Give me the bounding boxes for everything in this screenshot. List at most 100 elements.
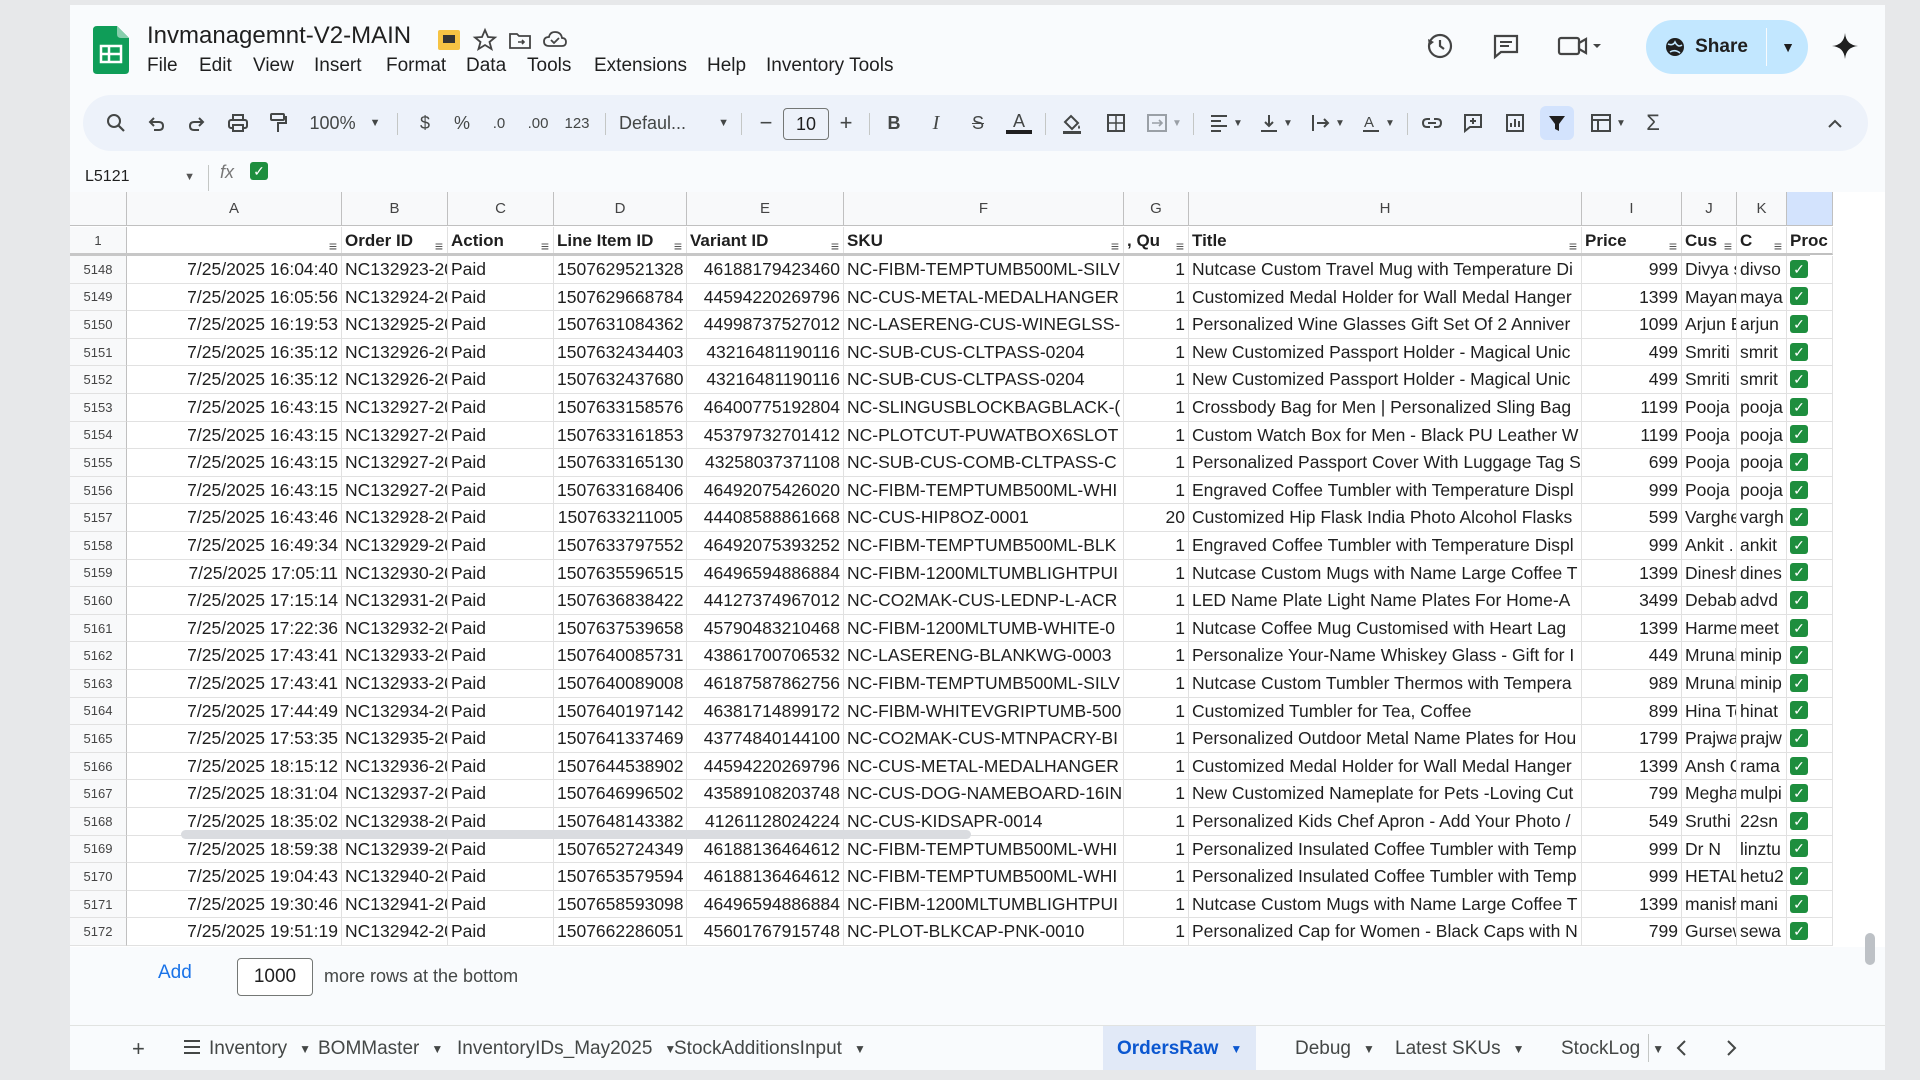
cell-date[interactable]: 7/25/2025 17:15:14 bbox=[127, 587, 342, 615]
cell-cus[interactable]: Mayank bbox=[1682, 283, 1737, 312]
row-header[interactable]: 5153 bbox=[70, 394, 127, 422]
cell-sku[interactable]: NC-SUB-CUS-CLTPASS-0204 bbox=[844, 338, 1124, 367]
row-header[interactable]: 5154 bbox=[70, 421, 127, 450]
cell-cus[interactable]: manish bbox=[1682, 890, 1737, 919]
cell-sku[interactable]: NC-FIBM-TEMPTUMB500ML-WHI bbox=[844, 835, 1124, 864]
menu-edit[interactable]: Edit bbox=[199, 55, 232, 77]
cell-title[interactable]: Personalized Outdoor Metal Name Plates f… bbox=[1189, 725, 1582, 753]
cell-c[interactable]: maya bbox=[1737, 283, 1787, 312]
cell-c[interactable]: minip bbox=[1737, 670, 1787, 698]
cell-line[interactable]: 1507652724349 bbox=[554, 835, 687, 864]
checkbox-checked-icon[interactable]: ✓ bbox=[1790, 425, 1808, 444]
insert-chart-icon[interactable] bbox=[1500, 108, 1530, 138]
cell-date[interactable]: 7/25/2025 16:35:12 bbox=[127, 338, 342, 367]
presentation-icon[interactable] bbox=[436, 27, 462, 53]
print-icon[interactable] bbox=[223, 108, 253, 138]
cell-price[interactable]: 999 bbox=[1582, 863, 1682, 891]
cell-proc[interactable]: ✓ bbox=[1787, 476, 1833, 505]
header-cell[interactable]: Order ID ≡ bbox=[342, 227, 448, 255]
cell-sku[interactable]: NC-FIBM-WHITEVGRIPTUMB-500 bbox=[844, 697, 1124, 726]
cell-title[interactable]: Customized Medal Holder for Wall Medal H… bbox=[1189, 283, 1582, 312]
cell-line[interactable]: 1507646996502 bbox=[554, 780, 687, 808]
cell-price[interactable]: 1399 bbox=[1582, 614, 1682, 643]
checkbox-checked-icon[interactable]: ✓ bbox=[1790, 618, 1808, 637]
header-cell[interactable]: Price ≡ bbox=[1582, 227, 1682, 255]
cell-date[interactable]: 7/25/2025 16:49:34 bbox=[127, 532, 342, 560]
row-header[interactable]: 5170 bbox=[70, 863, 127, 891]
cell-variant[interactable]: 44594220269796 bbox=[687, 752, 844, 781]
row-header[interactable]: 5168 bbox=[70, 808, 127, 836]
collapse-toolbar-icon[interactable] bbox=[1821, 108, 1849, 138]
cell-c[interactable]: pooja bbox=[1737, 394, 1787, 422]
cell-action[interactable]: Paid bbox=[448, 670, 554, 698]
cell-c[interactable]: mani bbox=[1737, 890, 1787, 919]
sheet-tab-menu-icon[interactable]: ▼ bbox=[1652, 1042, 1664, 1056]
cell-order[interactable]: NC132928-2025 bbox=[342, 504, 448, 532]
cell-order[interactable]: NC132930-2025 bbox=[342, 559, 448, 588]
cell-date[interactable]: 7/25/2025 17:22:36 bbox=[127, 614, 342, 643]
cell-date[interactable]: 7/25/2025 16:43:15 bbox=[127, 449, 342, 477]
cell-action[interactable]: Paid bbox=[448, 642, 554, 670]
cell-action[interactable]: Paid bbox=[448, 311, 554, 339]
cell-price[interactable]: 799 bbox=[1582, 780, 1682, 808]
cell-price[interactable]: 1399 bbox=[1582, 752, 1682, 781]
cell-order[interactable]: NC132935-2025 bbox=[342, 725, 448, 753]
row-header[interactable]: 5149 bbox=[70, 283, 127, 312]
cell-variant[interactable]: 46187587862756 bbox=[687, 670, 844, 698]
row-header[interactable]: 5150 bbox=[70, 311, 127, 339]
menu-insert[interactable]: Insert bbox=[314, 55, 362, 77]
cell-title[interactable]: Personalized Kids Chef Apron - Add Your … bbox=[1189, 808, 1582, 836]
cell-action[interactable]: Paid bbox=[448, 256, 554, 284]
cell-price[interactable]: 999 bbox=[1582, 835, 1682, 864]
cell-line[interactable]: 1507632437680 bbox=[554, 366, 687, 394]
column-header-i[interactable]: I bbox=[1582, 192, 1682, 226]
cell-c[interactable]: pooja bbox=[1737, 449, 1787, 477]
cell-variant[interactable]: 43216481190116 bbox=[687, 366, 844, 394]
cell-qty[interactable]: 1 bbox=[1124, 559, 1189, 588]
cell-title[interactable]: Customized Hip Flask India Photo Alcohol… bbox=[1189, 504, 1582, 532]
checkbox-checked-icon[interactable]: ✓ bbox=[1790, 370, 1808, 389]
cell-line[interactable]: 1507640089008 bbox=[554, 670, 687, 698]
cell-price[interactable]: 599 bbox=[1582, 504, 1682, 532]
cell-line[interactable]: 1507629668784 bbox=[554, 283, 687, 312]
cell-c[interactable]: ankit bbox=[1737, 532, 1787, 560]
cell-qty[interactable]: 1 bbox=[1124, 394, 1189, 422]
cell-order[interactable]: NC132929-2025 bbox=[342, 532, 448, 560]
checkbox-checked-icon[interactable]: ✓ bbox=[1790, 839, 1808, 858]
cell-title[interactable]: Nutcase Coffee Mug Customised with Heart… bbox=[1189, 614, 1582, 643]
row-header[interactable]: 5165 bbox=[70, 725, 127, 753]
cell-c[interactable]: meet bbox=[1737, 614, 1787, 643]
cell-proc[interactable]: ✓ bbox=[1787, 283, 1833, 312]
cell-price[interactable]: 449 bbox=[1582, 642, 1682, 670]
column-filter-icon[interactable]: ≡ bbox=[831, 233, 839, 253]
cell-variant[interactable]: 46400775192804 bbox=[687, 394, 844, 422]
checkbox-checked-icon[interactable]: ✓ bbox=[1790, 342, 1808, 361]
cell-line[interactable]: 1507653579594 bbox=[554, 863, 687, 891]
move-folder-icon[interactable] bbox=[507, 27, 533, 53]
cell-cus[interactable]: Ankit . bbox=[1682, 532, 1737, 560]
cell-sku[interactable]: NC-FIBM-TEMPTUMB500ML-WHI bbox=[844, 863, 1124, 891]
cloud-status-icon[interactable] bbox=[542, 27, 568, 53]
cell-sku[interactable]: NC-PLOTCUT-PUWATBOX6SLOT bbox=[844, 421, 1124, 450]
star-icon[interactable] bbox=[472, 27, 498, 53]
italic-button[interactable]: I bbox=[923, 108, 949, 138]
row-header[interactable]: 5148 bbox=[70, 256, 127, 284]
cell-line[interactable]: 1507636838422 bbox=[554, 587, 687, 615]
row-header[interactable]: 5158 bbox=[70, 532, 127, 560]
cell-cus[interactable]: Prajwal bbox=[1682, 725, 1737, 753]
cell-line[interactable]: 1507633158576 bbox=[554, 394, 687, 422]
vertical-scrollbar[interactable] bbox=[1865, 933, 1875, 965]
name-box[interactable]: L5121 ▼ bbox=[85, 162, 195, 192]
sheets-logo-icon[interactable] bbox=[93, 26, 129, 74]
cell-variant[interactable]: 46188136464612 bbox=[687, 835, 844, 864]
header-cell[interactable]: Action ≡ bbox=[448, 227, 554, 255]
cell-title[interactable]: Customized Tumbler for Tea, Coffee bbox=[1189, 697, 1582, 726]
increase-font-size-icon[interactable]: + bbox=[833, 108, 859, 138]
cell-price[interactable]: 999 bbox=[1582, 476, 1682, 505]
cell-c[interactable]: 22sn bbox=[1737, 808, 1787, 836]
cell-sku[interactable]: NC-CUS-DOG-NAMEBOARD-16IN bbox=[844, 780, 1124, 808]
cell-order[interactable]: NC132926-2025 bbox=[342, 366, 448, 394]
cell-qty[interactable]: 1 bbox=[1124, 283, 1189, 312]
cell-proc[interactable]: ✓ bbox=[1787, 863, 1833, 891]
cell-line[interactable]: 1507631084362 bbox=[554, 311, 687, 339]
